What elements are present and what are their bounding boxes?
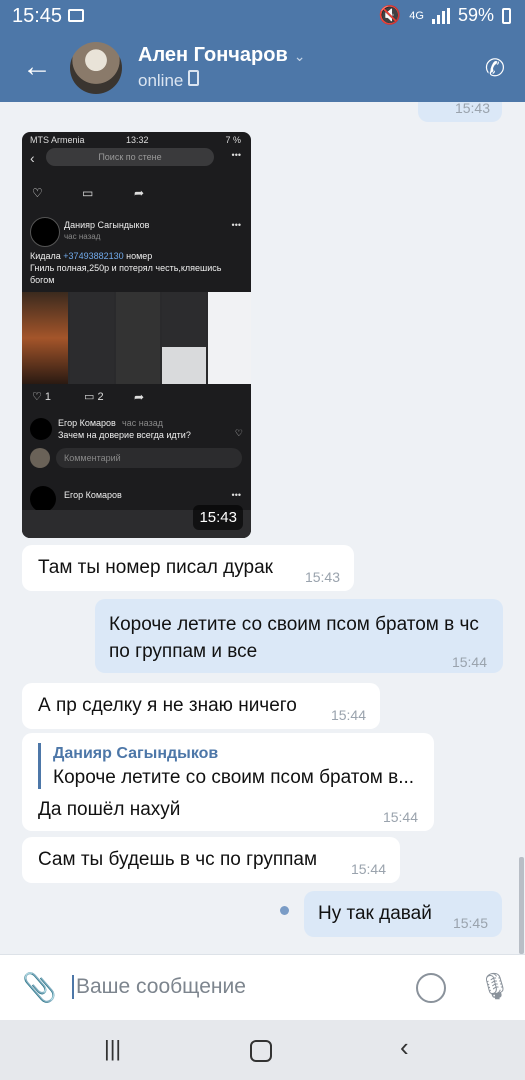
photo-likes-count: 1	[44, 391, 52, 403]
photo-more-icon: •••	[231, 150, 241, 160]
image-notification-icon	[68, 9, 84, 22]
message-bubble-out[interactable]: Короче летите со своим псом братом в чс …	[95, 599, 503, 673]
chevron-down-icon: ⌄	[293, 48, 306, 64]
reply-author: Данияр Сагындыков	[53, 745, 219, 762]
message-time: 15:45	[452, 915, 488, 931]
photo-share2-icon: ➦	[134, 390, 145, 404]
photo-comment-icon: ▭	[82, 186, 94, 200]
photo-time: 13:32	[126, 135, 149, 145]
reply-bar	[38, 743, 41, 789]
message-time: 15:43	[454, 102, 490, 116]
phone-icon[interactable]: ✆	[485, 54, 505, 83]
photo-post-line2: Гниль полная,250р и потерял честь,кляеши…	[30, 263, 222, 285]
signal-icon	[431, 7, 450, 24]
photo-me-avatar	[30, 448, 50, 468]
photo-search: Поиск по стене	[46, 148, 214, 166]
photo-post-more-icon: •••	[231, 220, 241, 230]
battery-percent: 59%	[457, 5, 494, 25]
message-time: 15:43	[304, 569, 340, 585]
message-text: Короче летите со своим псом братом в чс …	[109, 614, 479, 662]
message-composer: 📎 Ваше сообщение 🎙	[0, 954, 525, 1021]
online-text: online	[138, 71, 184, 90]
avatar[interactable]	[70, 42, 122, 94]
message-bubble-out[interactable]: 15:43	[418, 102, 502, 122]
reply-text: Короче летите со своим псом братом в...	[53, 767, 415, 788]
photo-post-author: Данияр Сагындыков	[64, 220, 150, 230]
photo-c1-time: час назад	[122, 418, 163, 428]
mic-icon[interactable]: 🎙	[478, 971, 511, 1002]
photo-comment-placeholder: Комментарий	[64, 453, 121, 463]
photo-back-icon: ‹	[30, 150, 35, 166]
message-time: 15:44	[330, 707, 366, 723]
chat-header: ← Ален Гончаров ⌄ online ✆	[0, 34, 525, 102]
message-bubble-in-reply[interactable]: Данияр Сагындыков Короче летите со своим…	[22, 733, 434, 831]
attach-icon[interactable]: 📎	[22, 971, 57, 1004]
message-list[interactable]: 15:43 MTS Armenia 13:32 7 % ‹ Поиск по с…	[0, 102, 525, 954]
photo-post-suffix: номер	[123, 251, 153, 261]
photo-c1-text: Зачем на доверие всегда идти?	[58, 430, 191, 440]
recent-apps-icon[interactable]: |||	[104, 1036, 121, 1062]
contact-name-text: Ален Гончаров	[138, 44, 288, 66]
photo-thumb-1	[22, 292, 68, 384]
photo-c2-author: Егор Комаров	[64, 490, 122, 500]
photo-screenshots-strip	[22, 292, 251, 384]
mobile-icon	[188, 70, 200, 86]
message-time: 15:44	[382, 809, 418, 825]
message-time: 15:44	[451, 654, 487, 670]
contact-status: online	[138, 70, 200, 91]
message-bubble-out[interactable]: Ну так давай 15:45	[304, 891, 502, 937]
network-type: 4G	[409, 9, 424, 22]
photo-c2-more-icon: •••	[231, 490, 241, 500]
photo-c1-author: Егор Комаров	[58, 418, 116, 428]
photo-post-text: Кидала +37493882130 номер Гниль полная,2…	[30, 250, 242, 286]
status-time: 15:45	[12, 5, 63, 27]
message-placeholder: Ваше сообщение	[76, 975, 246, 998]
status-right: 🔇 4G 59%	[379, 5, 511, 26]
scrollbar[interactable]	[519, 857, 524, 954]
photo-timestamp: 15:43	[193, 505, 243, 530]
unread-dot	[280, 906, 289, 915]
photo-heart-icon: ♡	[32, 186, 43, 200]
status-bar: 15:45 🔇 4G 59%	[0, 0, 525, 34]
message-bubble-in[interactable]: Там ты номер писал дурак 15:43	[22, 545, 354, 591]
message-time: 15:44	[350, 861, 386, 877]
back-icon[interactable]: ‹	[400, 1032, 409, 1063]
photo-thumb-5	[208, 292, 251, 384]
photo-c1-heart-icon: ♡	[234, 428, 243, 438]
photo-thumb-3	[116, 292, 160, 384]
message-text: Да пошёл нахуй	[38, 799, 181, 820]
photo-thumb-2	[70, 292, 114, 384]
message-input[interactable]: Ваше сообщение	[72, 975, 246, 999]
photo-post-prefix: Кидала	[30, 251, 64, 261]
emoji-icon[interactable]	[416, 973, 446, 1003]
message-text: Ну так давай	[318, 903, 432, 924]
message-text: Там ты номер писал дурак	[38, 557, 273, 578]
photo-search-text: Поиск по стене	[98, 152, 162, 162]
photo-likes: ♡ 1	[32, 391, 52, 403]
battery-icon	[502, 7, 511, 24]
home-icon[interactable]	[250, 1040, 272, 1062]
contact-name[interactable]: Ален Гончаров ⌄	[138, 44, 305, 67]
photo-share-icon: ➦	[134, 186, 145, 200]
photo-battery: 7 %	[225, 135, 241, 145]
photo-comments-count: 2	[97, 391, 104, 403]
photo-c1-avatar	[30, 418, 52, 440]
photo-message[interactable]: MTS Armenia 13:32 7 % ‹ Поиск по стене •…	[22, 132, 251, 538]
photo-comment-field: Комментарий	[56, 448, 242, 468]
message-text: Сам ты будешь в чс по группам	[38, 849, 318, 870]
message-text: А пр сделку я не знаю ничего	[38, 695, 297, 716]
photo-c2-avatar	[30, 486, 56, 512]
photo-thumb-4	[162, 292, 206, 384]
photo-post-time: час назад	[64, 232, 101, 241]
back-arrow-icon[interactable]: ←	[22, 52, 52, 82]
system-navbar: ||| ‹	[0, 1020, 525, 1080]
photo-post-phone: +37493882130	[63, 251, 124, 261]
message-bubble-in[interactable]: А пр сделку я не знаю ничего 15:44	[22, 683, 380, 729]
message-bubble-in[interactable]: Сам ты будешь в чс по группам 15:44	[22, 837, 400, 883]
mute-icon: 🔇	[378, 5, 402, 25]
photo-comments: ▭ 2	[84, 391, 104, 403]
photo-post-avatar	[30, 217, 60, 247]
photo-carrier: MTS Armenia	[30, 135, 85, 145]
